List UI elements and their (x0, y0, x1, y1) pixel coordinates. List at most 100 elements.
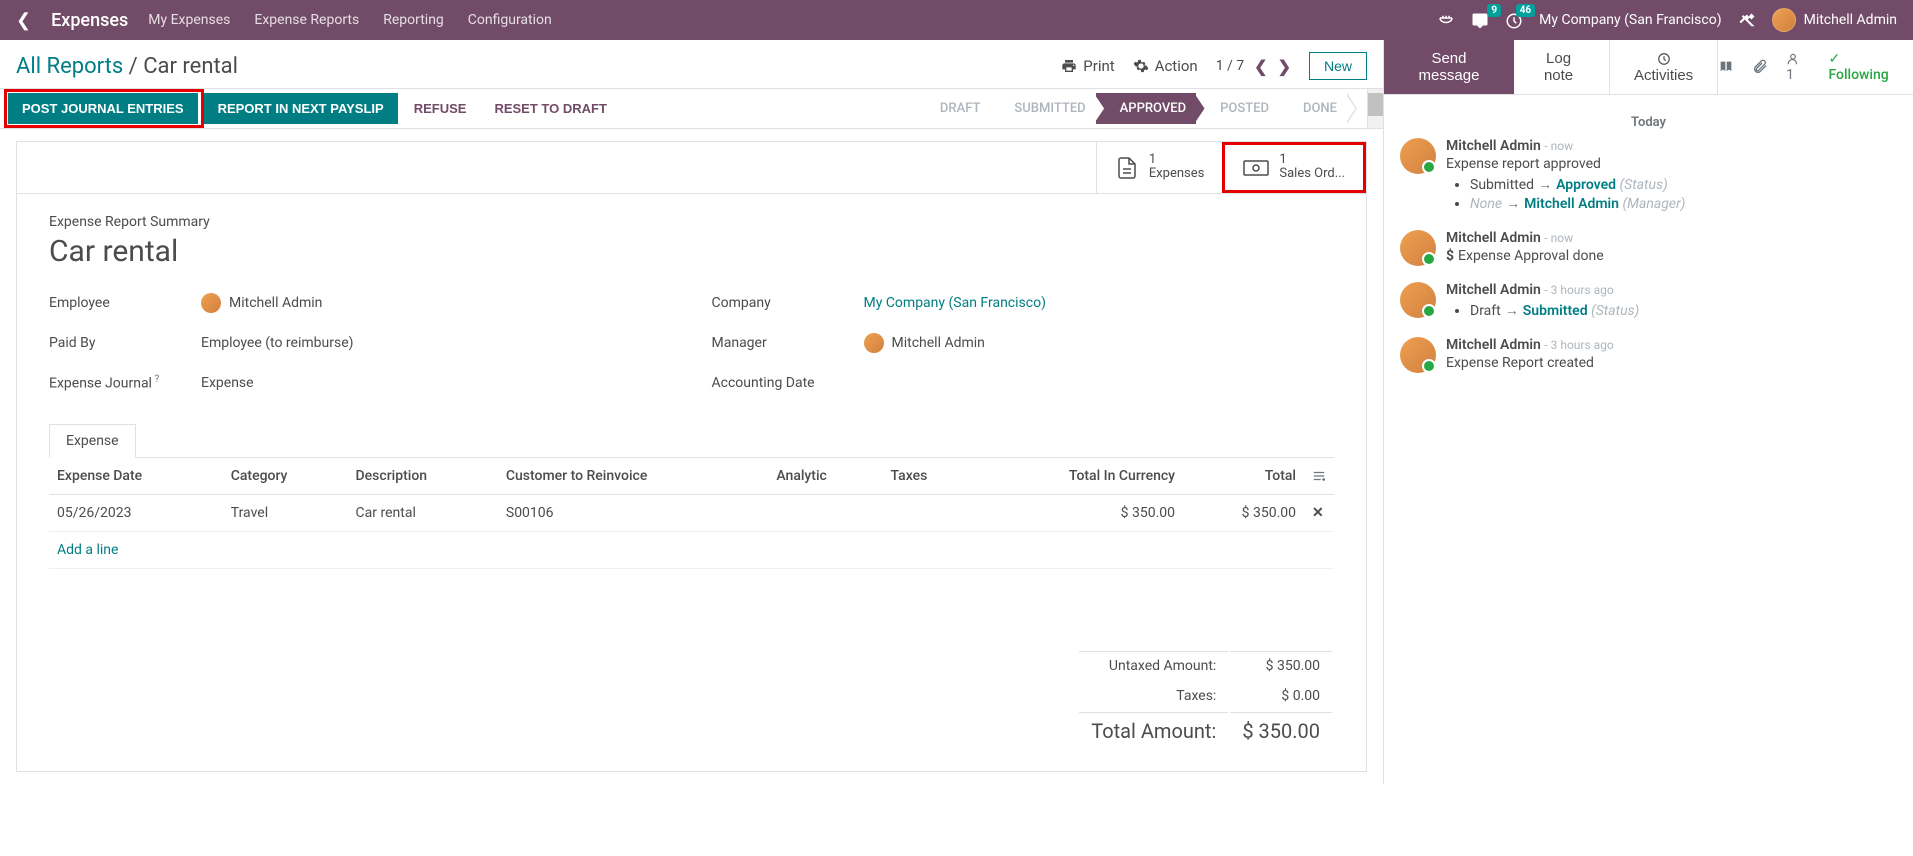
col-taxes[interactable]: Taxes (883, 457, 974, 494)
pager-next-icon[interactable]: ❯ (1278, 57, 1291, 76)
back-icon[interactable]: ❮ (16, 10, 31, 31)
columns-settings-icon[interactable] (1312, 468, 1326, 484)
report-in-next-payslip-button[interactable]: REPORT IN NEXT PAYSLIP (204, 93, 398, 124)
breadcrumb-parent[interactable]: All Reports (16, 54, 123, 79)
field-manager[interactable]: Mitchell Admin (864, 333, 985, 353)
print-button[interactable]: Print (1061, 57, 1114, 75)
taxes-label: Taxes: (1079, 682, 1228, 710)
label-company: Company (712, 295, 852, 311)
col-description[interactable]: Description (348, 457, 498, 494)
pager-prev-icon[interactable]: ❮ (1254, 57, 1267, 76)
top-navbar: ❮ Expenses My Expenses Expense Reports R… (0, 0, 1913, 40)
untaxed-value: $ 350.00 (1230, 651, 1332, 680)
action-button[interactable]: Action (1133, 57, 1198, 75)
gear-icon (1133, 58, 1149, 74)
nav-configuration[interactable]: Configuration (468, 12, 552, 28)
avatar-icon (1400, 282, 1436, 318)
pager-value[interactable]: 1 / 7 (1216, 58, 1244, 74)
user-menu[interactable]: Mitchell Admin (1772, 8, 1897, 32)
manager-avatar-icon (864, 333, 884, 353)
message: Mitchell Admin - now Expense report appr… (1400, 138, 1897, 214)
nav-my-expenses[interactable]: My Expenses (148, 12, 230, 28)
document-icon (1115, 155, 1139, 180)
status-approved[interactable]: APPROVED (1096, 93, 1204, 124)
total-value: $ 350.00 (1230, 712, 1332, 749)
record-title[interactable]: Car rental (49, 234, 1334, 269)
app-brand[interactable]: Expenses (51, 10, 128, 31)
followers-button[interactable]: 1 (1786, 51, 1810, 83)
activities-badge: 46 (1516, 4, 1535, 17)
delete-row-icon[interactable]: ✕ (1312, 505, 1324, 521)
field-paid-by[interactable]: Employee (to reimburse) (201, 335, 354, 351)
status-done[interactable]: DONE (1279, 93, 1355, 124)
tray-icon[interactable] (1437, 10, 1455, 30)
print-icon (1061, 58, 1077, 74)
dollar-icon: $ (1446, 248, 1454, 264)
book-icon[interactable] (1718, 59, 1734, 75)
following-button[interactable]: ✓ Following (1828, 51, 1901, 83)
col-total-currency[interactable]: Total In Currency (973, 457, 1183, 494)
status-submitted[interactable]: SUBMITTED (990, 93, 1103, 124)
clock-icon (1657, 52, 1671, 66)
field-employee[interactable]: Mitchell Admin (201, 293, 322, 313)
control-panel: All Reports / Car rental Print Action 1 … (0, 40, 1383, 88)
pager: 1 / 7 ❮ ❯ (1216, 57, 1291, 76)
user-avatar-icon (1772, 8, 1796, 32)
summary-label: Expense Report Summary (49, 214, 1334, 230)
col-date[interactable]: Expense Date (49, 457, 223, 494)
avatar-icon (1400, 230, 1436, 266)
nav-reporting[interactable]: Reporting (383, 12, 444, 28)
settings-icon[interactable] (1738, 10, 1756, 30)
company-selector[interactable]: My Company (San Francisco) (1539, 12, 1721, 28)
expense-lines-table: Expense Date Category Description Custom… (49, 457, 1334, 569)
new-button[interactable]: New (1309, 52, 1367, 80)
status-draft[interactable]: DRAFT (916, 93, 999, 124)
status-bar: DRAFT SUBMITTED APPROVED POSTED DONE (916, 89, 1367, 128)
messages-icon[interactable]: 9 (1471, 10, 1489, 30)
breadcrumb-current: Car rental (143, 54, 238, 79)
label-employee: Employee (49, 295, 189, 311)
action-status-bar: POST JOURNAL ENTRIES REPORT IN NEXT PAYS… (0, 88, 1383, 129)
message: Mitchell Admin - 3 hours ago Draft→Submi… (1400, 282, 1897, 321)
send-message-button[interactable]: Send message (1384, 40, 1514, 94)
nav-expense-reports[interactable]: Expense Reports (254, 12, 359, 28)
highlight-post-journal: POST JOURNAL ENTRIES (4, 89, 204, 128)
total-label: Total Amount: (1079, 712, 1228, 749)
col-analytic[interactable]: Analytic (768, 457, 882, 494)
reset-to-draft-button[interactable]: RESET TO DRAFT (480, 93, 620, 124)
help-icon[interactable]: ? (152, 374, 159, 385)
money-icon (1243, 155, 1269, 180)
untaxed-label: Untaxed Amount: (1079, 651, 1228, 680)
table-row[interactable]: 05/26/2023 Travel Car rental S00106 $ 35… (49, 494, 1334, 531)
label-expense-journal: Expense Journal ? (49, 374, 189, 392)
post-journal-entries-button[interactable]: POST JOURNAL ENTRIES (8, 93, 198, 124)
attachment-icon[interactable] (1752, 59, 1768, 75)
person-icon (1786, 52, 1800, 66)
tab-expense[interactable]: Expense (49, 424, 136, 458)
field-expense-journal[interactable]: Expense (201, 375, 254, 391)
col-total[interactable]: Total (1183, 457, 1304, 494)
label-paid-by: Paid By (49, 335, 189, 351)
avatar-icon (1400, 337, 1436, 373)
add-line-button[interactable]: Add a line (57, 542, 118, 558)
scrollbar[interactable] (1367, 89, 1383, 128)
status-posted[interactable]: POSTED (1196, 93, 1287, 124)
log-note-button[interactable]: Log note (1514, 40, 1603, 94)
activities-button[interactable]: Activities (1609, 40, 1718, 94)
stat-sales-order-button[interactable]: 1 Sales Ord... (1222, 142, 1366, 193)
chatter-date-today: Today (1400, 115, 1897, 130)
employee-avatar-icon (201, 293, 221, 313)
activities-icon[interactable]: 46 (1505, 10, 1523, 30)
label-accounting-date: Accounting Date (712, 375, 852, 391)
label-manager: Manager (712, 335, 852, 351)
totals: Untaxed Amount: $ 350.00 Taxes: $ 0.00 T… (49, 649, 1334, 751)
col-customer[interactable]: Customer to Reinvoice (498, 457, 768, 494)
avatar-icon (1400, 138, 1436, 174)
message: Mitchell Admin - 3 hours ago Expense Rep… (1400, 337, 1897, 373)
refuse-button[interactable]: REFUSE (400, 93, 481, 124)
field-company[interactable]: My Company (San Francisco) (864, 295, 1046, 311)
stat-expenses-button[interactable]: 1 Expenses (1096, 142, 1223, 193)
col-category[interactable]: Category (223, 457, 348, 494)
form-sheet: 1 Expenses 1 Sales Ord... (16, 141, 1367, 772)
user-name: Mitchell Admin (1804, 12, 1897, 28)
